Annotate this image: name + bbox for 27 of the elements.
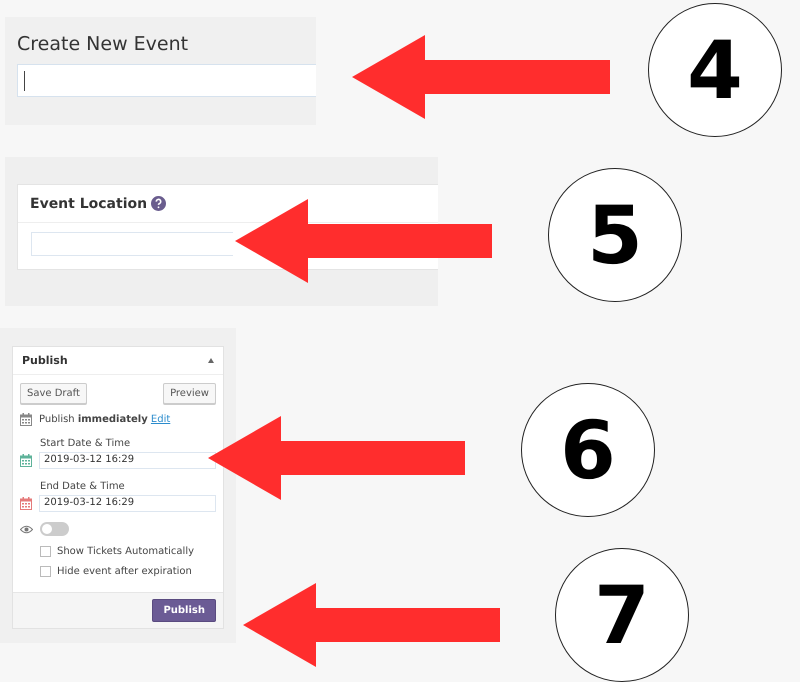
date-time-input[interactable]: 2019-03-12 16:29 [39,452,216,469]
title-input[interactable] [17,64,316,97]
page-title: Create New Event [17,33,188,55]
edit-link[interactable]: Edit [150,414,170,425]
date-time-input[interactable]: 2019-03-12 16:29 [39,495,216,512]
field-label: Start Date & Time [40,438,130,449]
checkbox[interactable] [40,566,51,577]
save-draft-button[interactable]: Save Draft [20,383,87,404]
step-number-badge: 6 [521,383,655,517]
step-number-badge: 5 [548,168,682,302]
publish-button[interactable]: Publish [152,599,216,622]
checkbox-label: Hide event after expiration [57,566,192,577]
section-heading: Event Location [30,196,148,212]
preview-button[interactable]: Preview [163,383,216,404]
section-heading: Publish [22,354,68,367]
collapse-triangle-icon[interactable] [208,358,214,363]
eye-icon [20,524,33,534]
location-input[interactable] [31,232,233,256]
help-icon[interactable] [151,196,166,211]
publish-status: Publish immediately Edit [39,414,170,425]
field-label: End Date & Time [40,481,125,492]
step-number-badge: 7 [555,548,689,682]
step-number-badge: 4 [648,3,782,137]
checkbox[interactable] [40,546,51,557]
visibility-toggle[interactable] [40,522,69,536]
calendar-icon [20,413,32,426]
checkbox-label: Show Tickets Automatically [57,546,194,557]
